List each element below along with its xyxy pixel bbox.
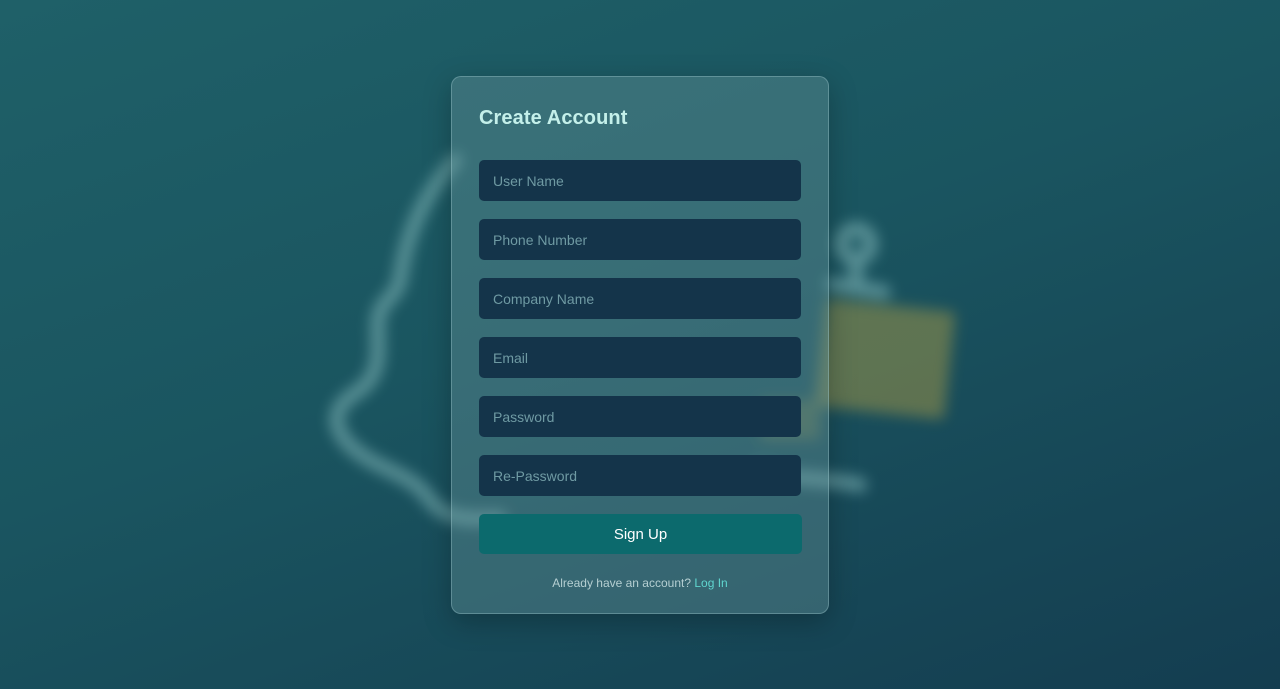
email-input[interactable] bbox=[479, 337, 801, 378]
sign-up-button[interactable]: Sign Up bbox=[479, 514, 802, 554]
password-input[interactable] bbox=[479, 396, 801, 437]
form-title: Create Account bbox=[479, 107, 628, 129]
login-prompt: Already have an account? Log In bbox=[479, 576, 801, 590]
company-name-input[interactable] bbox=[479, 278, 801, 319]
phone-number-input[interactable] bbox=[479, 219, 801, 260]
username-input[interactable] bbox=[479, 160, 801, 201]
re-password-input[interactable] bbox=[479, 455, 801, 496]
login-prompt-text: Already have an account? bbox=[552, 576, 692, 590]
login-link[interactable]: Log In bbox=[694, 576, 727, 590]
signup-card: Create Account Sign Up Already have an a… bbox=[451, 76, 829, 614]
